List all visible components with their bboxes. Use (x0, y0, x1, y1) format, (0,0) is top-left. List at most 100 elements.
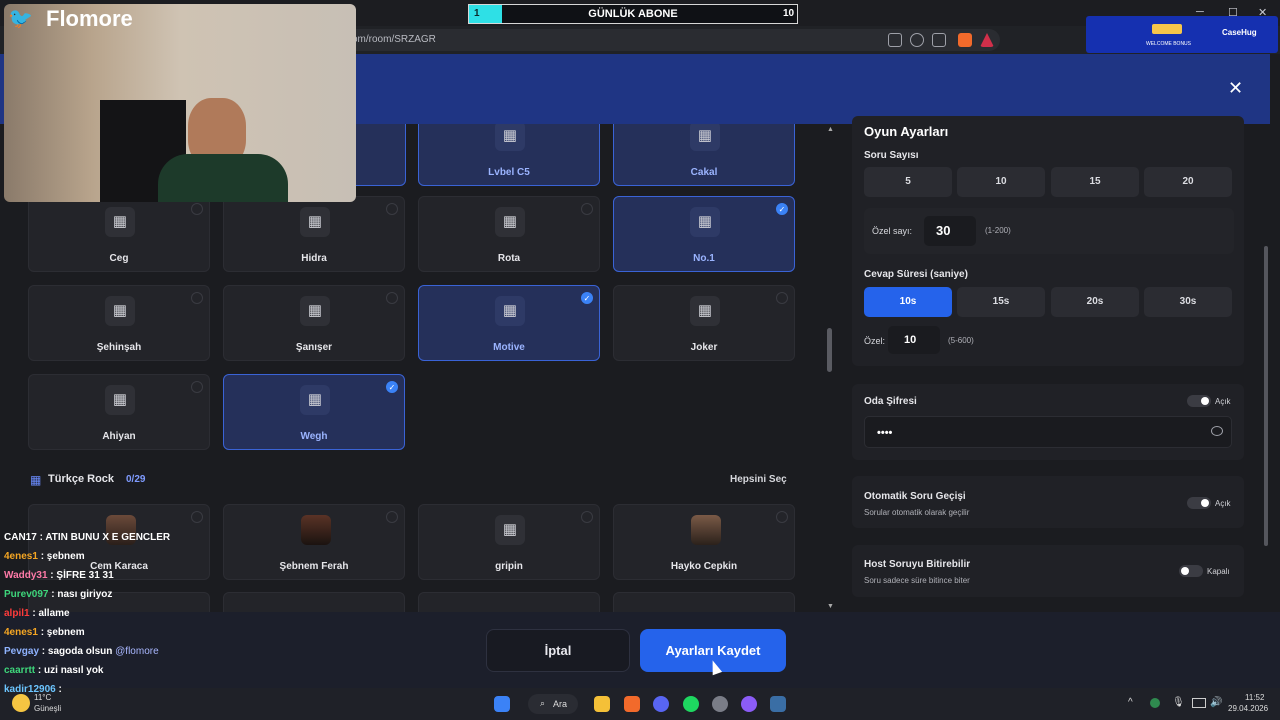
artist-card[interactable]: Hayko Cepkin (613, 504, 795, 580)
password-toggle[interactable] (1187, 395, 1211, 407)
tray-icon[interactable] (1150, 698, 1160, 708)
chat-message: caarrtt : uzi nasıl yok (4, 665, 104, 676)
artist-card[interactable]: ▦ Ahiyan (28, 374, 210, 450)
chat-message: Purev097 : nası giriyoz (4, 589, 112, 600)
chat-username[interactable]: alpil1 (4, 608, 30, 619)
file-explorer-icon[interactable] (594, 696, 610, 712)
select-checkbox[interactable] (581, 203, 593, 215)
artist-name: Lvbel C5 (488, 167, 530, 178)
eye-off-icon[interactable] (1211, 426, 1223, 436)
question-count-20[interactable]: 20 (1144, 167, 1232, 197)
question-count-10[interactable]: 10 (957, 167, 1045, 197)
select-checkbox[interactable] (386, 292, 398, 304)
close-icon[interactable]: ✕ (1228, 78, 1243, 99)
artist-card-lvbel-c5[interactable]: ▦ Lvbel C5 (418, 124, 600, 186)
answer-time-30s[interactable]: 30s (1144, 287, 1232, 317)
chat-username[interactable]: Purev097 (4, 589, 48, 600)
chat-username[interactable]: Waddy31 (4, 570, 48, 581)
cast-icon[interactable] (888, 33, 902, 47)
host-end-toggle[interactable] (1179, 565, 1203, 577)
artist-name: Ahiyan (102, 431, 136, 442)
ad-bonus-graphic (1152, 24, 1182, 34)
select-checkbox[interactable] (191, 292, 203, 304)
share-icon[interactable] (932, 33, 946, 47)
discord-icon[interactable] (653, 696, 669, 712)
check-icon[interactable]: ✓ (776, 203, 788, 215)
auto-next-toggle[interactable] (1187, 497, 1211, 509)
building-icon: ▦ (30, 473, 42, 487)
artist-card[interactable]: ▦ Şehinşah (28, 285, 210, 361)
chat-text: : ŞİFRE 31 31 (47, 570, 114, 581)
chat-username[interactable]: caarrtt (4, 665, 35, 676)
select-checkbox[interactable] (776, 292, 788, 304)
artist-card[interactable]: ▦ Hidra (223, 196, 405, 272)
scroll-down-icon[interactable]: ▼ (827, 603, 834, 610)
artist-card-cakal[interactable]: ▦ Cakal (613, 124, 795, 186)
chat-mention[interactable]: @flomore (112, 646, 159, 657)
chat-message: 4enes1 : şebnem (4, 551, 85, 562)
right-scrollbar-thumb[interactable] (1264, 246, 1268, 546)
auto-next-label: Otomatik Soru Geçişi (864, 491, 966, 502)
chevron-up-icon[interactable]: ^ (1128, 697, 1133, 708)
artist-card[interactable]: ▦ Joker (613, 285, 795, 361)
artist-card[interactable]: ✓ ▦ Motive (418, 285, 600, 361)
building-icon: ▦ (495, 207, 525, 237)
chat-username[interactable]: CAN17 (4, 532, 37, 543)
brave-browser-icon[interactable] (624, 696, 640, 712)
app-icon[interactable] (741, 696, 757, 712)
select-checkbox[interactable] (191, 381, 203, 393)
taskbar-search[interactable]: ⌕ Ara (528, 694, 578, 714)
answer-time-10s[interactable]: 10s (864, 287, 952, 317)
question-count-5[interactable]: 5 (864, 167, 952, 197)
chat-username[interactable]: Pevgay (4, 646, 39, 657)
artist-photo (301, 515, 331, 545)
key-icon[interactable] (910, 33, 924, 47)
check-icon[interactable]: ✓ (581, 292, 593, 304)
app-icon[interactable] (712, 696, 728, 712)
chat-text: : şebnem (37, 627, 85, 638)
chat-username[interactable]: kadir12906 (4, 684, 56, 695)
answer-time-20s[interactable]: 20s (1051, 287, 1139, 317)
question-count-15[interactable]: 15 (1051, 167, 1139, 197)
section-count: 0/29 (126, 474, 146, 485)
select-checkbox[interactable] (386, 203, 398, 215)
volume-icon[interactable]: 🔊 (1210, 697, 1222, 708)
artist-card[interactable]: ▦ Şanışer (223, 285, 405, 361)
clock-date: 29.04.2026 (1228, 704, 1269, 713)
select-checkbox[interactable] (386, 511, 398, 523)
spotify-icon[interactable] (683, 696, 699, 712)
chat-text: : ATIN BUNU X E GENCLER (36, 532, 171, 543)
artist-card[interactable]: ▦ Rota (418, 196, 600, 272)
artist-card[interactable]: ▦ Ceg (28, 196, 210, 272)
building-icon: ▦ (495, 296, 525, 326)
check-icon[interactable]: ✓ (386, 381, 398, 393)
display-icon[interactable] (1192, 698, 1206, 708)
chat-username[interactable]: 4enes1 (4, 551, 38, 562)
cancel-button[interactable]: İptal (486, 629, 630, 672)
artist-card[interactable] (418, 592, 600, 612)
chat-username[interactable]: 4enes1 (4, 627, 38, 638)
left-scrollbar-thumb[interactable] (827, 328, 832, 372)
steam-icon[interactable] (770, 696, 786, 712)
scroll-up-icon[interactable]: ▲ (827, 126, 834, 133)
artist-card[interactable]: ✓ ▦ Wegh (223, 374, 405, 450)
custom-count-input[interactable]: 30 (924, 216, 976, 246)
windows-start-icon[interactable] (494, 696, 510, 712)
select-checkbox[interactable] (581, 511, 593, 523)
chat-text: : şebnem (37, 551, 85, 562)
select-all-button[interactable]: Hepsini Seç (730, 474, 787, 485)
select-checkbox[interactable] (191, 203, 203, 215)
answer-time-15s[interactable]: 15s (957, 287, 1045, 317)
sub-goal-title: GÜNLÜK ABONE (588, 8, 678, 20)
artist-card[interactable]: ✓ ▦ No.1 (613, 196, 795, 272)
microphone-icon[interactable]: 🎙 (1172, 697, 1185, 708)
custom-time-input[interactable]: 10 (888, 326, 940, 354)
chat-message: alpil1 : allame (4, 608, 70, 619)
building-icon: ▦ (690, 296, 720, 326)
select-checkbox[interactable] (776, 511, 788, 523)
artist-card[interactable]: ▦ gripin (418, 504, 600, 580)
artist-card[interactable] (613, 592, 795, 612)
chat-text: : sagoda olsun (39, 646, 113, 657)
password-input[interactable]: •••• (864, 416, 1232, 448)
brave-shield-icon[interactable] (958, 33, 972, 47)
